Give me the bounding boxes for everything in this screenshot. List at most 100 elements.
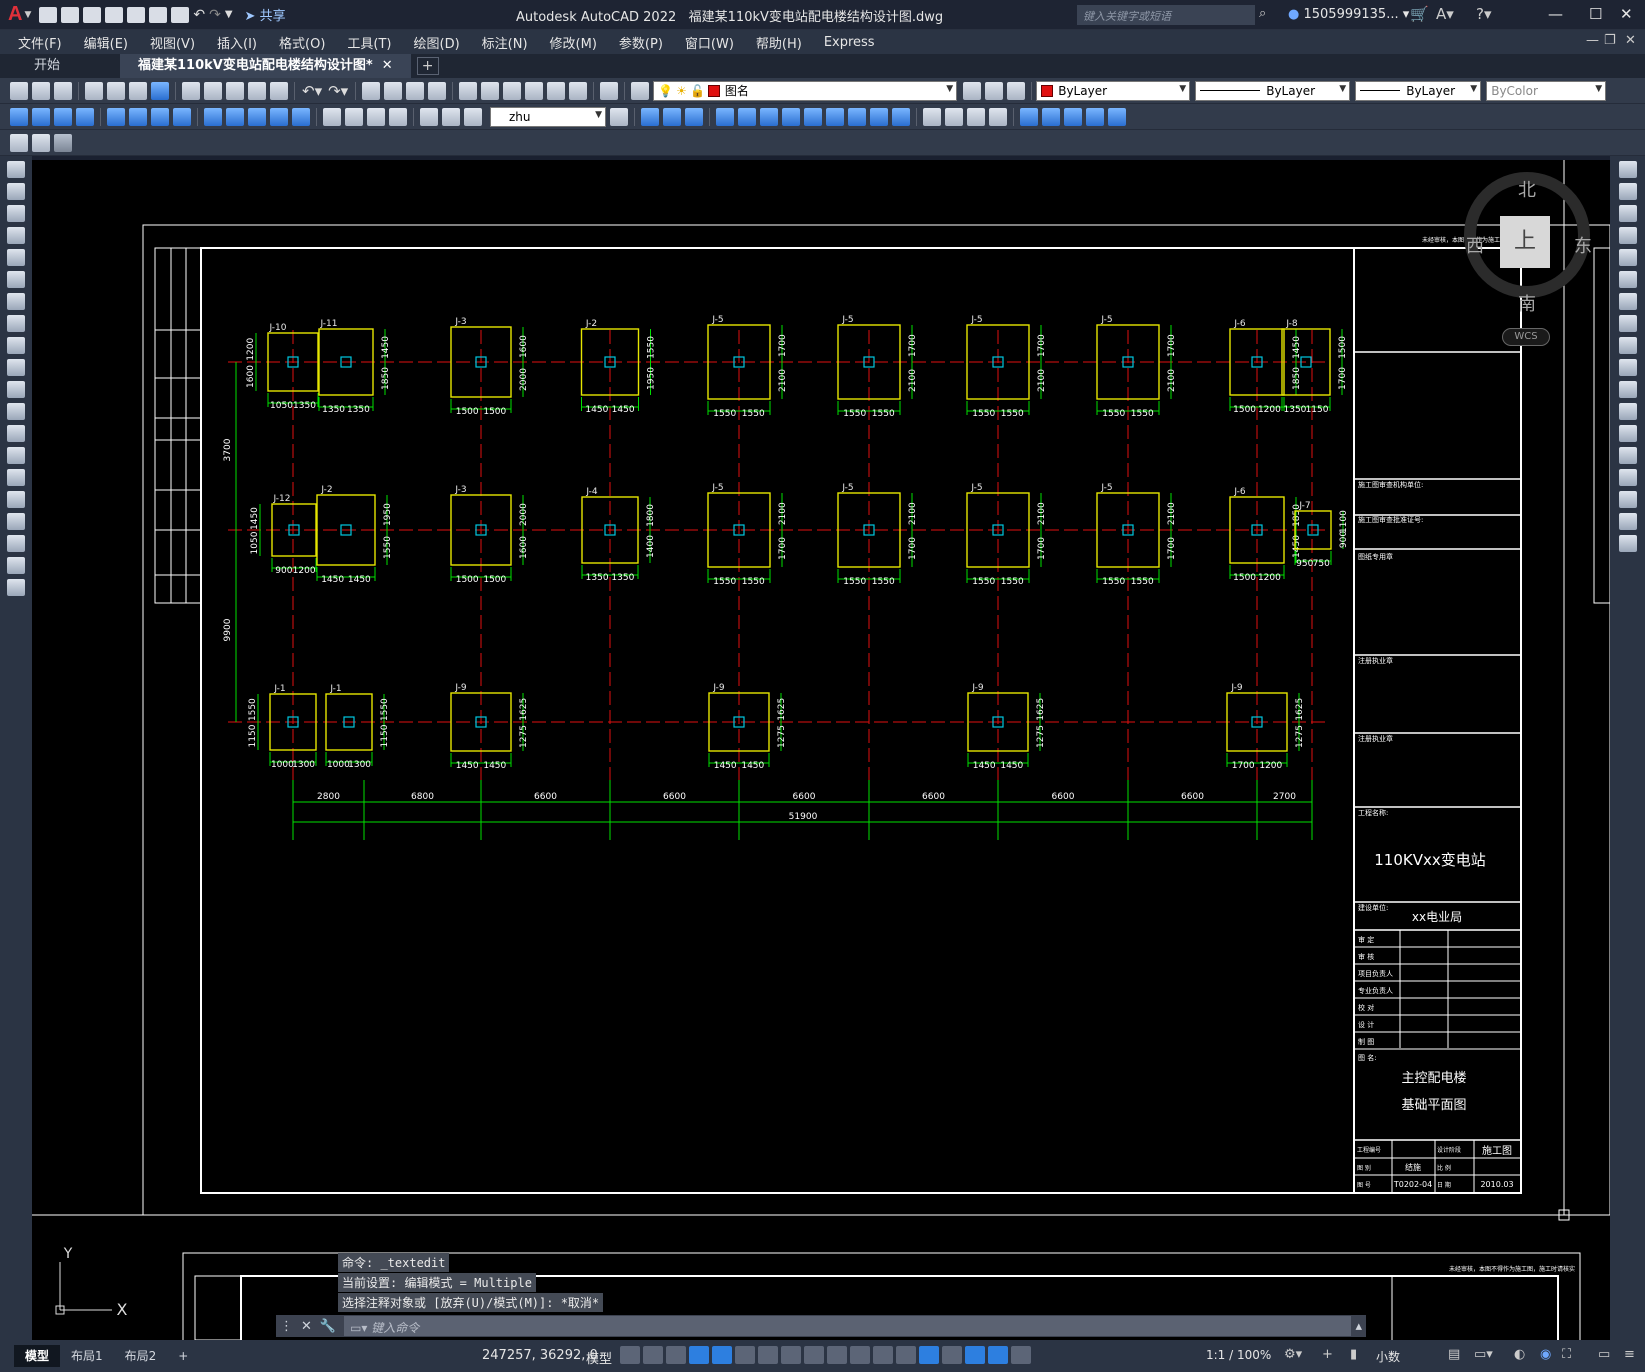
make-current-icon[interactable] — [963, 81, 982, 100]
modify-join-icon[interactable] — [892, 107, 910, 126]
matchprop-icon[interactable] — [248, 81, 266, 100]
workspace-gear-icon[interactable]: ⚙▾ — [1284, 1347, 1302, 1362]
tolerance-icon[interactable] — [323, 107, 341, 126]
annotation-scale[interactable]: 1:1 / 100% — [1206, 1348, 1271, 1362]
modify-chamfer-icon[interactable] — [923, 107, 941, 126]
model-space-toggle[interactable]: 模型 — [586, 1348, 612, 1367]
auto-scale-icon[interactable] — [1011, 1346, 1031, 1364]
close-icon[interactable]: ✕ — [1620, 5, 1633, 23]
explode-icon[interactable] — [1618, 535, 1637, 552]
help-search-input[interactable]: 键入关键字或短语 — [1077, 5, 1255, 25]
hatch-icon[interactable] — [7, 469, 25, 486]
layer-states-icon[interactable] — [1007, 81, 1026, 100]
app-logo-icon[interactable]: A — [8, 3, 22, 26]
modify-move-icon[interactable] — [738, 107, 756, 126]
save-icon[interactable] — [83, 6, 102, 23]
attribute-manager-icon[interactable] — [54, 133, 72, 152]
tool-palettes-icon[interactable] — [503, 81, 522, 100]
doc-minimize-icon[interactable]: — — [1586, 33, 1599, 48]
break-icon[interactable] — [1618, 425, 1637, 442]
rectangle-icon[interactable] — [7, 249, 25, 266]
learn-icon[interactable]: A▾ — [1436, 5, 1454, 23]
polar-icon[interactable] — [735, 1346, 755, 1364]
save-as-icon[interactable] — [105, 6, 124, 23]
command-line-close-icon[interactable]: ✕ — [297, 1319, 316, 1334]
break-at-point-icon[interactable] — [1618, 403, 1637, 420]
hardware-accel-icon[interactable]: ◉ — [1540, 1347, 1551, 1362]
annotation-monitor-icon[interactable]: + — [1322, 1347, 1333, 1362]
paste-icon[interactable] — [226, 81, 244, 100]
ellipse-arc-icon[interactable] — [7, 381, 25, 398]
wcs-menu[interactable]: WCS — [1502, 328, 1550, 346]
zoom-previous-icon[interactable] — [428, 81, 447, 100]
join-icon[interactable] — [1618, 447, 1637, 464]
modify-copy-icon[interactable] — [641, 107, 659, 126]
menu-dimension[interactable]: 标注(N) — [471, 33, 539, 52]
infer-icon[interactable] — [666, 1346, 686, 1364]
menu-insert[interactable]: 插入(I) — [206, 33, 268, 52]
point-icon[interactable] — [7, 447, 25, 464]
dim-angular-icon[interactable] — [173, 107, 191, 126]
help-icon[interactable]: ?▾ — [1476, 5, 1492, 23]
modify-extend-icon[interactable] — [848, 107, 866, 126]
sheet-set-icon[interactable] — [525, 81, 544, 100]
table-icon[interactable] — [7, 535, 25, 552]
stretch-icon[interactable] — [1618, 337, 1637, 354]
pan-icon[interactable] — [362, 81, 381, 100]
dim-baseline-icon[interactable] — [226, 107, 244, 126]
design-center-icon[interactable] — [481, 81, 500, 100]
redo-icon[interactable]: ↷ — [209, 7, 221, 23]
3d-print-icon[interactable] — [151, 81, 169, 100]
open-web-icon[interactable] — [127, 6, 146, 23]
dim-continue-icon[interactable] — [248, 107, 266, 126]
menu-format[interactable]: 格式(O) — [268, 33, 336, 52]
zoom-realtime-icon[interactable] — [384, 81, 403, 100]
scale-icon[interactable] — [1618, 315, 1637, 332]
modify-fillet-icon[interactable] — [945, 107, 963, 126]
modify-mirror-icon[interactable] — [663, 107, 681, 126]
dim-diameter-icon[interactable] — [151, 107, 169, 126]
command-line-customize-icon[interactable]: 🔧 — [316, 1319, 340, 1334]
mtext-icon[interactable] — [7, 557, 25, 574]
modify-scale-icon[interactable] — [782, 107, 800, 126]
undo-icon[interactable]: ↶ — [193, 7, 205, 23]
revcloud-icon[interactable] — [7, 315, 25, 332]
tab-start[interactable]: 开始 — [16, 54, 78, 78]
menu-edit[interactable]: 编辑(E) — [73, 33, 139, 52]
command-recent-chevron-icon[interactable]: ▴ — [1351, 1319, 1366, 1334]
offset-icon[interactable] — [1618, 227, 1637, 244]
clean-screen-icon[interactable]: ⛶ — [1562, 1347, 1571, 1362]
extend-icon[interactable] — [1618, 381, 1637, 398]
spline-icon[interactable] — [7, 337, 25, 354]
attribute-edit-icon[interactable] — [10, 133, 28, 152]
command-input[interactable]: ▭▾ 键入命令 — [344, 1316, 1352, 1336]
cursor-coordinates[interactable]: 247257, 36292, 0 — [482, 1348, 598, 1363]
linetype-dropdown[interactable]: ByLayer ▼ — [1195, 80, 1351, 101]
jogged-linear-icon[interactable] — [389, 107, 407, 126]
save-web-icon[interactable] — [149, 6, 168, 23]
chamfer-icon[interactable] — [1618, 469, 1637, 486]
transparency-icon[interactable] — [850, 1346, 870, 1364]
menu-view[interactable]: 视图(V) — [139, 33, 206, 52]
command-line-grip-icon[interactable]: ⋮ — [276, 1319, 297, 1334]
dim-update-icon[interactable] — [464, 107, 482, 126]
add-selected-icon[interactable] — [7, 579, 25, 596]
draworder-below-icon[interactable] — [1086, 107, 1104, 126]
trim-icon[interactable] — [1618, 359, 1637, 376]
help-toolbar-icon[interactable] — [600, 81, 619, 100]
cart-icon[interactable]: 🛒 — [1410, 5, 1429, 23]
circle-icon[interactable] — [7, 293, 25, 310]
dimstyle-dropdown[interactable]: zhu ▼ — [490, 106, 606, 127]
dynamic-ucs-icon[interactable] — [919, 1346, 939, 1364]
selection-cycling-icon[interactable] — [873, 1346, 893, 1364]
share-button[interactable]: ➤ 共享 — [245, 5, 286, 24]
polygon-icon[interactable] — [7, 227, 25, 244]
units-icon[interactable]: ▮ — [1350, 1347, 1357, 1362]
dim-text-edit-icon[interactable] — [442, 107, 460, 126]
dim-aligned-icon[interactable] — [32, 107, 50, 126]
layer-dropdown[interactable]: 💡 ☀ 🔓 图名 ▼ — [653, 80, 958, 101]
draworder-text-icon[interactable] — [1108, 107, 1126, 126]
tab-layout2[interactable]: 布局2 — [114, 1345, 168, 1367]
open-icon[interactable] — [32, 81, 50, 100]
search-icon[interactable]: ⌕ — [1259, 6, 1266, 21]
